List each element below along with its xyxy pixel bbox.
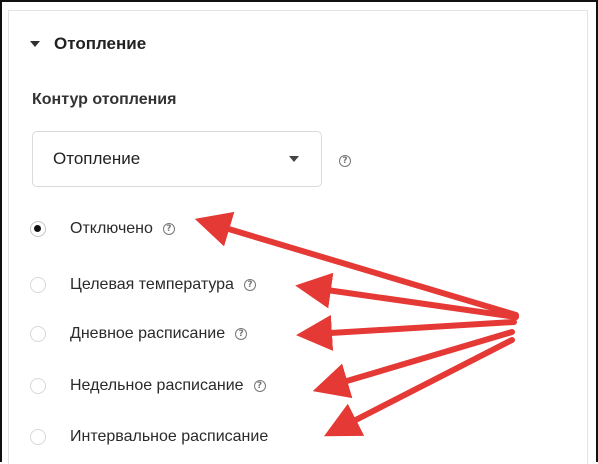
radio-button-daily-schedule[interactable] [30, 326, 46, 342]
radio-label: Отключено [70, 220, 153, 237]
dropdown-arrow-icon[interactable] [289, 156, 299, 162]
help-icon[interactable]: ? [243, 279, 256, 291]
radio-label: Дневное расписание [70, 325, 226, 342]
radio-button-off[interactable] [30, 221, 46, 237]
radio-option-interval-schedule[interactable]: Интервальное расписание [30, 428, 268, 446]
radio-button-weekly-schedule[interactable] [30, 378, 46, 394]
radio-label: Целевая температура [70, 276, 234, 293]
help-icon[interactable]: ? [235, 328, 248, 340]
help-icon[interactable]: ? [162, 223, 175, 235]
radio-button-interval-schedule[interactable] [30, 429, 46, 445]
section-header-heating[interactable]: Отопление [30, 34, 146, 54]
radio-option-off[interactable]: Отключено ? [30, 220, 175, 238]
radio-button-target-temperature[interactable] [30, 277, 46, 293]
caret-down-icon[interactable] [30, 41, 40, 47]
radio-option-weekly-schedule[interactable]: Недельное расписание ? [30, 377, 266, 395]
section-title: Отопление [54, 34, 147, 53]
radio-label: Интервальное расписание [70, 428, 269, 445]
help-icon[interactable]: ? [253, 380, 266, 392]
heating-circuit-select[interactable]: Отопление [32, 131, 322, 187]
heating-circuit-selected-value: Отопление [53, 149, 141, 168]
radio-option-daily-schedule[interactable]: Дневное расписание ? [30, 325, 248, 343]
radio-label: Недельное расписание [70, 377, 244, 394]
help-icon[interactable]: ? [339, 155, 351, 167]
heating-circuit-label: Контур отопления [32, 91, 177, 108]
radio-option-target-temperature[interactable]: Целевая температура ? [30, 276, 256, 294]
